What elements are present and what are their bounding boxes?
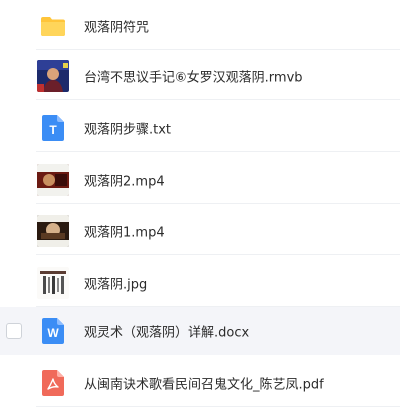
folder-icon	[37, 10, 69, 42]
image-thumbnail	[37, 267, 69, 299]
file-name: 观落阴1.mp4	[84, 225, 165, 241]
text-file-icon: T	[37, 112, 69, 144]
divider	[36, 99, 400, 100]
file-name: 台湾不思议手记⑥女罗汉观落阴.rmvb	[84, 70, 303, 86]
row-checkbox[interactable]	[6, 323, 22, 339]
list-item[interactable]: 台湾不思议手记⑥女罗汉观落阴.rmvb	[0, 52, 400, 100]
svg-text:W: W	[47, 326, 59, 340]
pdf-file-icon	[37, 367, 69, 399]
word-file-icon: W	[37, 315, 69, 347]
list-item[interactable]: 观落阴.jpg	[0, 259, 400, 307]
list-item[interactable]: W 观灵术（观落阴）详解.docx	[0, 307, 400, 355]
file-name: 观落阴步骤.txt	[84, 122, 172, 138]
file-name: 从闽南诀术歌看民间召鬼文化_陈艺凤.pdf	[84, 377, 324, 393]
svg-text:T: T	[49, 123, 57, 137]
file-name: 观灵术（观落阴）详解.docx	[84, 325, 250, 341]
video-thumbnail	[37, 60, 69, 92]
divider	[36, 151, 400, 152]
divider	[36, 203, 400, 204]
list-item[interactable]: 观落阴符咒	[0, 2, 400, 50]
video-thumbnail	[37, 164, 69, 196]
list-item[interactable]: 观落阴2.mp4	[0, 156, 400, 204]
list-item[interactable]: 观落阴1.mp4	[0, 207, 400, 255]
file-name: 观落阴.jpg	[84, 277, 148, 293]
list-item[interactable]: T 观落阴步骤.txt	[0, 104, 400, 152]
file-name: 观落阴2.mp4	[84, 174, 165, 190]
divider	[36, 254, 400, 255]
file-name: 观落阴符咒	[84, 20, 150, 36]
video-thumbnail	[37, 215, 69, 247]
file-list: 观落阴符咒 台湾不思议手记⑥女罗汉观落阴.rmvb T 观落阴步骤.txt 观落…	[0, 0, 400, 415]
divider	[36, 49, 400, 50]
list-item[interactable]: 从闽南诀术歌看民间召鬼文化_陈艺凤.pdf	[0, 359, 400, 407]
divider	[36, 406, 400, 407]
